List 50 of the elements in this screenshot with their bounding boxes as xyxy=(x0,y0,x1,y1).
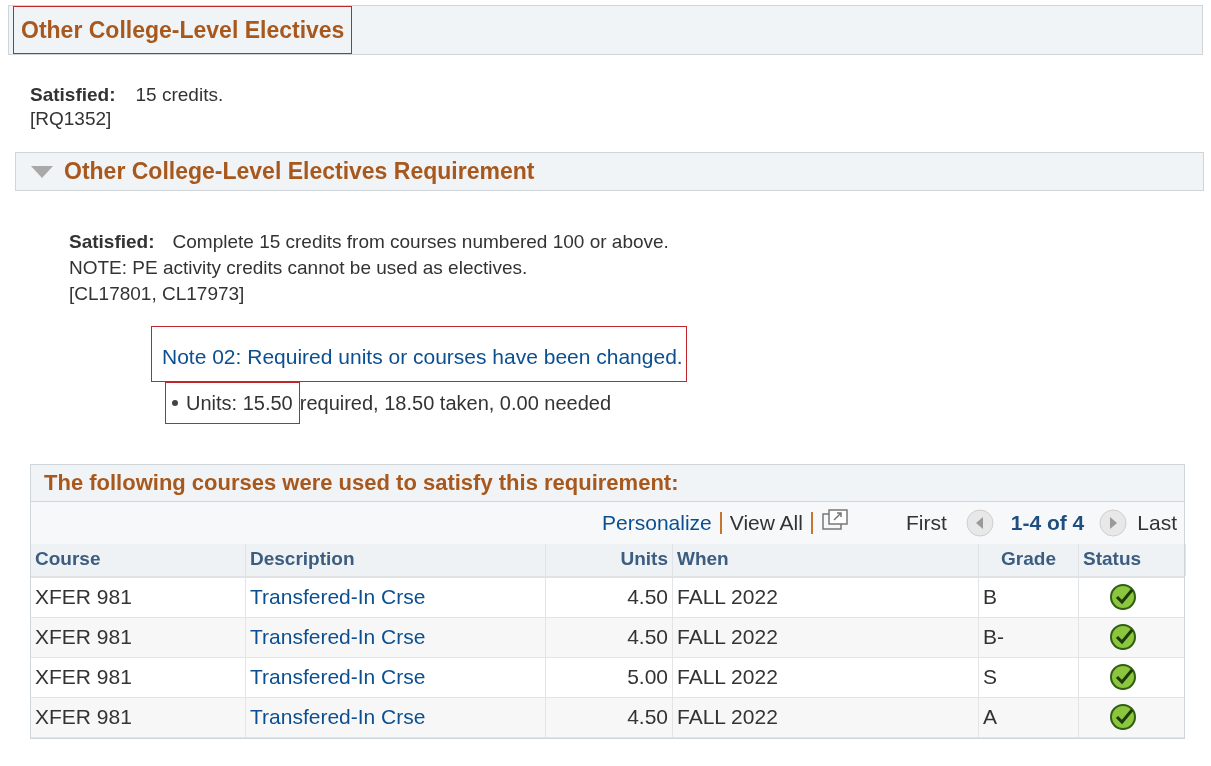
column-header[interactable]: When xyxy=(677,545,729,574)
requirement-text: Complete 15 credits from courses numbered 100 or above. xyxy=(172,230,669,254)
column-header[interactable]: Status xyxy=(1083,545,1142,574)
table-cell-text: XFER 981 xyxy=(35,664,132,691)
page-range: 1-4 of 4 xyxy=(1010,509,1085,536)
next-icon[interactable] xyxy=(1098,507,1129,538)
units-text: required, 18.50 taken, 0.00 needed xyxy=(299,390,612,416)
table-cell-text: S xyxy=(983,664,997,691)
section-header[interactable]: Other College-Level Electives Requirement xyxy=(15,152,1204,191)
description-link[interactable]: Transfered-In Crse xyxy=(250,581,426,613)
table-cell-text: XFER 981 xyxy=(35,624,132,651)
table-cell-text: FALL 2022 xyxy=(677,584,778,611)
table-cell-text: FALL 2022 xyxy=(677,624,778,651)
grid-title: The following courses were used to satisfy this requirement: xyxy=(44,469,679,497)
collapse-triangle-icon[interactable] xyxy=(30,164,54,179)
summary-text: 15 credits. xyxy=(135,83,224,107)
description-link[interactable]: Transfered-In Crse xyxy=(250,701,426,733)
note-link[interactable]: Note 02: Required units or courses have been changed. xyxy=(151,326,687,382)
table-cell-text: XFER 981 xyxy=(35,704,132,731)
personalize-link[interactable]: Personalize xyxy=(602,506,712,539)
table-cell-text: FALL 2022 xyxy=(677,704,778,731)
units-label: Units: 15.50 xyxy=(186,390,293,416)
requirement-text: NOTE: PE activity credits cannot be used as electives. xyxy=(69,257,528,278)
table-cell-text: XFER 981 xyxy=(35,584,132,611)
column-header[interactable]: Units xyxy=(620,545,668,574)
section-title: Other College-Level Electives Requirement xyxy=(64,157,535,187)
column-header[interactable]: Course xyxy=(35,545,101,574)
column-header[interactable]: Grade xyxy=(1001,545,1056,574)
table-cell-text: FALL 2022 xyxy=(677,664,778,691)
table-cell-text: 4.50 xyxy=(627,704,668,731)
last-link[interactable]: Last xyxy=(1137,506,1177,539)
table-cell-text: B- xyxy=(983,624,1004,651)
description-link[interactable]: Transfered-In Crse xyxy=(250,621,426,653)
view-all-link[interactable]: View All xyxy=(729,506,803,539)
page-title: Other College-Level Electives xyxy=(13,5,353,55)
status-label: Satisfied: xyxy=(69,230,155,254)
table-cell-text: 4.50 xyxy=(627,584,668,611)
previous-icon[interactable] xyxy=(964,507,995,538)
requirement-code: [RQ1352] xyxy=(30,108,112,129)
popup-window-icon[interactable] xyxy=(820,507,849,532)
table-cell-text: A xyxy=(983,704,997,731)
bullet-icon xyxy=(172,399,178,406)
table-cell-text: B xyxy=(983,584,997,611)
table-cell-text: 5.00 xyxy=(627,664,668,691)
description-link[interactable]: Transfered-In Crse xyxy=(250,661,426,693)
requirement-text: [CL17801, CL17973] xyxy=(69,283,245,304)
first-link[interactable]: First xyxy=(905,506,947,539)
column-header[interactable]: Description xyxy=(250,545,355,574)
table-cell-text: 4.50 xyxy=(627,624,668,651)
status-label: Satisfied: xyxy=(30,83,116,107)
